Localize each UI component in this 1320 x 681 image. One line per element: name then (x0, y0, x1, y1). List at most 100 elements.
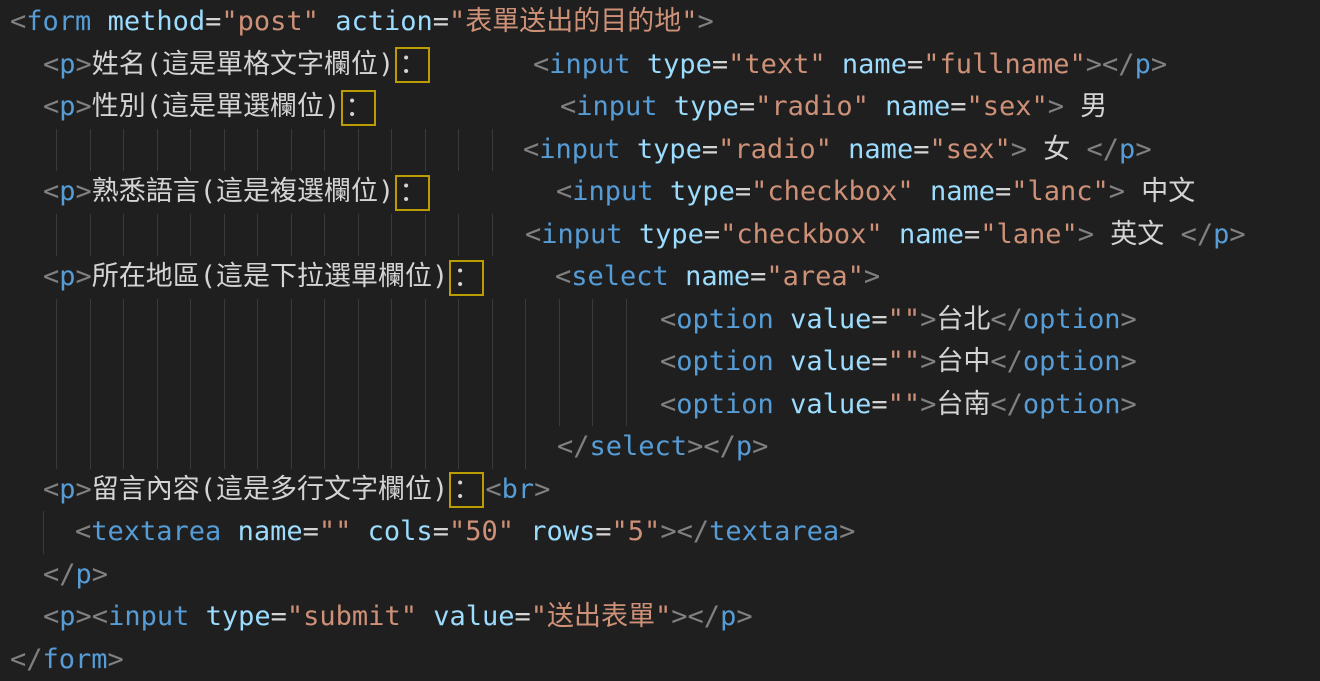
code-line[interactable]: <p><input type="submit" value="送出表單"></p… (0, 596, 1320, 639)
indent-guide-line (391, 384, 392, 427)
code-token-string: "checkbox" (751, 176, 914, 207)
code-editor[interactable]: <form method="post" action="表單送出的目的地"><p… (0, 0, 1320, 681)
code-token-text: 熟悉語言(這是複選欄位) (92, 176, 395, 207)
code-token-punctuation: > (1011, 134, 1027, 165)
code-token-string: "radio" (718, 134, 832, 165)
code-token-tag: p (76, 559, 92, 590)
code-token-text: = (871, 389, 887, 420)
code-token-text: 男 (1064, 91, 1107, 122)
code-token-punctuation: > (1120, 346, 1136, 377)
code-line[interactable]: <option value="">台中</option> (0, 341, 1320, 384)
code-token-string: "post" (221, 6, 319, 37)
code-token-punctuation: < (525, 219, 541, 250)
code-token-attribute: type (637, 134, 702, 165)
indent-guide-line (291, 129, 292, 172)
code-token-punctuation: < (92, 601, 108, 632)
code-segment: <input type="text" name="fullname"></p> (533, 44, 1167, 87)
indent-guide-line (90, 341, 91, 384)
indent-guide-line (391, 299, 392, 342)
indent-guide-line (358, 341, 359, 384)
indent-guide-line (458, 426, 459, 469)
code-line[interactable]: <option value="">台南</option> (0, 384, 1320, 427)
indentation (0, 114, 43, 115)
code-token-tag: p (59, 91, 75, 122)
indent-guide-line (626, 299, 627, 342)
code-token-attribute: name (848, 134, 913, 165)
code-token-tag: p (59, 601, 75, 632)
indentation (0, 199, 43, 200)
indent-guide-line (425, 384, 426, 427)
code-token-punctuation: > (698, 6, 714, 37)
indent-guide-line (123, 426, 124, 469)
code-token-text: = (712, 49, 728, 80)
indent-guide-line (56, 129, 57, 172)
code-token-text (319, 6, 335, 37)
code-line[interactable]: <p>性別(這是單選欄位)：<input type="radio" name="… (0, 86, 1320, 129)
code-line[interactable]: <p>姓名(這是單格文字欄位)：<input type="text" name=… (0, 44, 1320, 87)
code-token-tag: input (541, 219, 622, 250)
indent-guide-line (90, 129, 91, 172)
code-token-text (621, 134, 637, 165)
indentation (0, 72, 43, 73)
code-token-punctuation: </ (1181, 219, 1214, 250)
code-line[interactable]: </select></p> (0, 426, 1320, 469)
code-segment: <option value="">台中</option> (660, 341, 1137, 384)
indent-guide-line (492, 341, 493, 384)
indent-guide-line (358, 384, 359, 427)
code-line[interactable]: <form method="post" action="表單送出的目的地"> (0, 1, 1320, 44)
code-token-text (774, 346, 790, 377)
code-line[interactable]: <input type="checkbox" name="lane"> 英文 <… (0, 214, 1320, 257)
indent-guide-line (224, 384, 225, 427)
code-token-text: = (735, 176, 751, 207)
indent-guide-line (492, 299, 493, 342)
code-token-text: 台南 (936, 389, 990, 420)
code-token-text (774, 304, 790, 335)
indent-guide-line (157, 426, 158, 469)
code-line[interactable]: <input type="radio" name="sex"> 女 </p> (0, 129, 1320, 172)
code-token-attribute: value (790, 346, 871, 377)
indent-guide-line (391, 426, 392, 469)
code-token-punctuation: < (556, 176, 572, 207)
code-line[interactable]: <p>留言內容(這是多行文字欄位)：<br> (0, 469, 1320, 512)
code-token-text: = (964, 219, 980, 250)
code-token-text (417, 601, 433, 632)
indent-guide-line (525, 426, 526, 469)
indent-guide-line (324, 426, 325, 469)
code-token-tag: input (549, 49, 630, 80)
code-token-string: "lanc" (1011, 176, 1109, 207)
code-token-attribute: action (335, 6, 433, 37)
code-token-text: = (595, 516, 611, 547)
code-token-string: "" (888, 304, 921, 335)
code-token-punctuation: < (533, 49, 549, 80)
code-token-tag: p (59, 49, 75, 80)
code-token-punctuation: > (1120, 304, 1136, 335)
code-token-text (883, 219, 899, 250)
code-token-punctuation: < (43, 49, 59, 80)
code-line[interactable]: <p>所在地區(這是下拉選單欄位)：<select name="area"> (0, 256, 1320, 299)
code-line[interactable]: </p> (0, 554, 1320, 597)
code-token-punctuation: </ (688, 601, 721, 632)
code-token-punctuation: > (1229, 219, 1245, 250)
code-line[interactable]: <textarea name="" cols="50" rows="5"></t… (0, 511, 1320, 554)
indent-guide-line (43, 511, 44, 554)
code-token-string: "sex" (929, 134, 1010, 165)
code-token-text (774, 389, 790, 420)
code-token-text: 女 (1027, 134, 1087, 165)
indent-guide-line (90, 426, 91, 469)
code-token-attribute: name (930, 176, 995, 207)
code-token-attribute: cols (368, 516, 433, 547)
code-token-tag: form (43, 644, 108, 675)
code-line[interactable]: <p>熟悉語言(這是複選欄位)：<input type="checkbox" n… (0, 171, 1320, 214)
indent-guide-line (626, 341, 627, 384)
code-line[interactable]: <option value="">台北</option> (0, 299, 1320, 342)
code-token-text: = (739, 91, 755, 122)
indent-guide-line (525, 384, 526, 427)
code-token-text: = (433, 516, 449, 547)
indent-guide-line (425, 214, 426, 257)
indent-guide-line (425, 426, 426, 469)
code-line[interactable]: </form> (0, 639, 1320, 681)
code-token-punctuation: < (43, 261, 59, 292)
code-token-punctuation: </ (43, 559, 76, 590)
code-token-punctuation: < (523, 134, 539, 165)
unicode-highlight-colon: ： (341, 90, 376, 126)
